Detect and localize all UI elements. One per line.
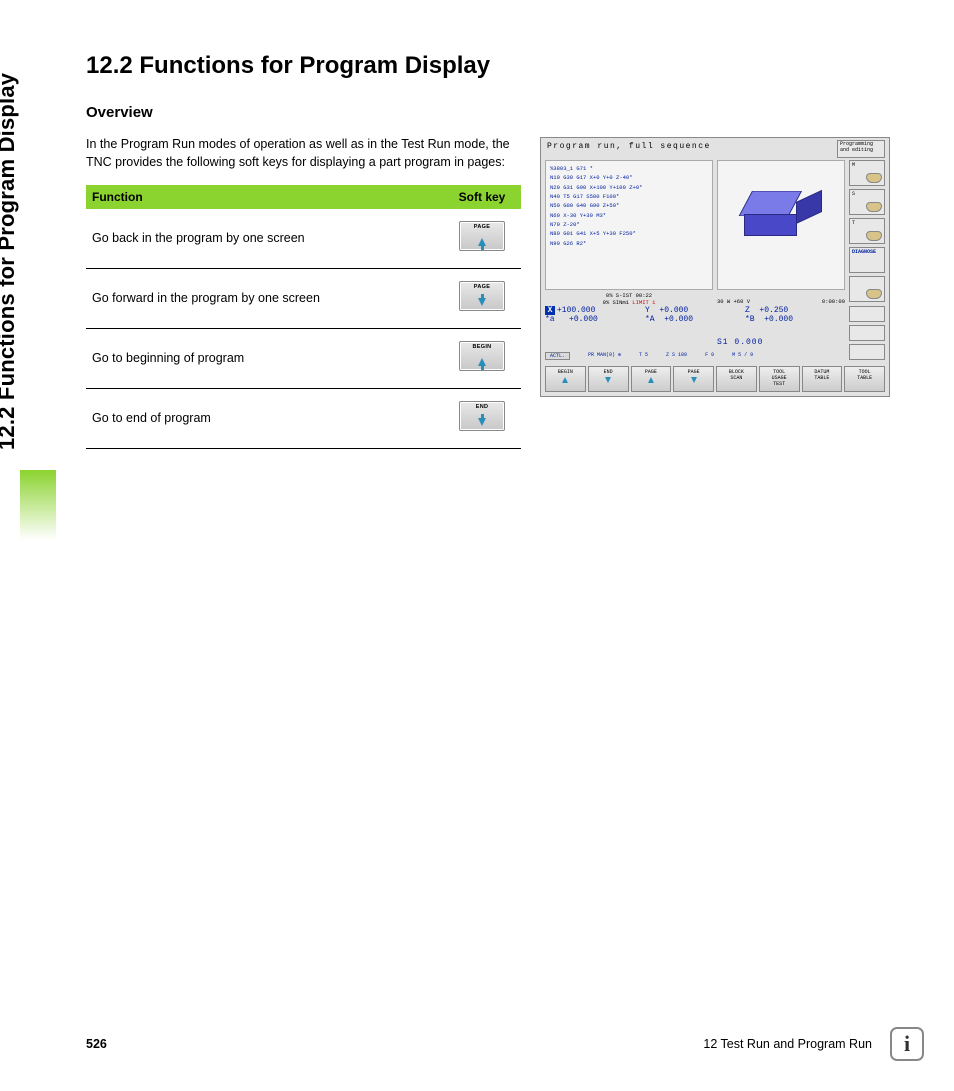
- table-row: Go to beginning of program BEGIN: [86, 329, 521, 389]
- main-content: 12.2 Functions for Program Display Overv…: [86, 52, 521, 449]
- scr-softkey[interactable]: DATUMTABLE: [802, 366, 843, 392]
- scr-softkey[interactable]: PAGE: [631, 366, 672, 392]
- side-icon[interactable]: [849, 276, 885, 302]
- arrow-down-icon: [691, 377, 697, 383]
- functions-table: Function Soft key Go back in the program…: [86, 185, 521, 449]
- tool-blob-icon: [866, 289, 882, 299]
- softkey-end-down[interactable]: END: [459, 401, 505, 431]
- function-cell: Go to end of program: [86, 389, 443, 449]
- scr-blank-side: [849, 306, 885, 363]
- th-function: Function: [86, 185, 443, 209]
- scr-side-icons: MST DIAGNOSE: [849, 160, 885, 305]
- arrow-up-icon: [478, 358, 486, 366]
- section-heading: Overview: [86, 104, 521, 121]
- tool-blob-icon: [866, 173, 882, 183]
- softkey-cell: PAGE: [443, 269, 521, 329]
- scr-softkey[interactable]: BEGIN: [545, 366, 586, 392]
- softkey-page-up[interactable]: PAGE: [459, 221, 505, 251]
- page-footer: 526 12 Test Run and Program Run i: [86, 1027, 924, 1061]
- page-number: 526: [86, 1037, 107, 1051]
- scr-3d-view: [717, 160, 845, 290]
- softkey-cell: BEGIN: [443, 329, 521, 389]
- scr-softkey[interactable]: END: [588, 366, 629, 392]
- arrow-up-icon: [562, 377, 568, 383]
- softkey-begin-up[interactable]: BEGIN: [459, 341, 505, 371]
- side-icon[interactable]: M: [849, 160, 885, 186]
- blank-button: [849, 325, 885, 341]
- scr-coordinates: X+100.000 Y +0.000 Z +0.250 *a +0.000 *A…: [545, 306, 845, 324]
- scr-mode-box: Programming and editing: [837, 140, 885, 158]
- status-line-1: 0% S-IST 00:22: [545, 292, 713, 299]
- function-cell: Go forward in the program by one screen: [86, 269, 443, 329]
- arrow-down-icon: [478, 418, 486, 426]
- tool-blob-icon: [866, 202, 882, 212]
- side-heading: 12.2 Functions for Program Display: [0, 73, 20, 450]
- status-line-2: 0% SINm1 LIMIT 1: [545, 299, 713, 306]
- scr-softkey[interactable]: TOOLTABLE: [844, 366, 885, 392]
- page-title: 12.2 Functions for Program Display: [86, 52, 521, 80]
- scr-actl-line: ACTL. PR MAN(0) ⊕ T 5 Z S 100 F 0 M 5 / …: [545, 352, 845, 360]
- scr-softkey[interactable]: PAGE: [673, 366, 714, 392]
- softkey-page-down[interactable]: PAGE: [459, 281, 505, 311]
- side-tab: 12.2 Functions for Program Display: [20, 40, 56, 540]
- scr-info-line: 30 W +60 V 0:00:00: [717, 298, 845, 305]
- scr-softkey[interactable]: TOOLUSAGETEST: [759, 366, 800, 392]
- table-row: Go forward in the program by one screen P…: [86, 269, 521, 329]
- intro-paragraph: In the Program Run modes of operation as…: [86, 135, 521, 171]
- side-icon[interactable]: S: [849, 189, 885, 215]
- arrow-up-icon: [648, 377, 654, 383]
- scr-code-listing: %3803_1 G71 * N10 G30 G17 X+0 Y+0 Z-40* …: [545, 160, 713, 290]
- function-cell: Go to beginning of program: [86, 329, 443, 389]
- scr-s1: S1 0.000: [717, 338, 763, 347]
- chapter-label: 12 Test Run and Program Run: [703, 1037, 872, 1051]
- side-icon[interactable]: T: [849, 218, 885, 244]
- scr-softkey-bar: BEGINENDPAGEPAGEBLOCKSCANTOOLUSAGETESTDA…: [545, 366, 885, 392]
- function-cell: Go back in the program by one screen: [86, 209, 443, 269]
- th-softkey: Soft key: [443, 185, 521, 209]
- blank-button: [849, 344, 885, 360]
- table-row: Go to end of program END: [86, 389, 521, 449]
- cube-icon: [744, 191, 816, 263]
- arrow-down-icon: [478, 298, 486, 306]
- softkey-cell: PAGE: [443, 209, 521, 269]
- info-icon: i: [890, 1027, 924, 1061]
- table-row: Go back in the program by one screen PAGE: [86, 209, 521, 269]
- scr-title: Program run, full sequence: [547, 142, 711, 151]
- side-fade: [20, 470, 56, 540]
- arrow-up-icon: [478, 238, 486, 246]
- softkey-cell: END: [443, 389, 521, 449]
- scr-softkey[interactable]: BLOCKSCAN: [716, 366, 757, 392]
- tool-blob-icon: [866, 231, 882, 241]
- arrow-down-icon: [605, 377, 611, 383]
- side-icon[interactable]: DIAGNOSE: [849, 247, 885, 273]
- blank-button: [849, 306, 885, 322]
- scr-status: 0% S-IST 00:22 0% SINm1 LIMIT 1: [545, 292, 713, 306]
- program-run-screenshot: Program run, full sequence Programming a…: [540, 137, 890, 397]
